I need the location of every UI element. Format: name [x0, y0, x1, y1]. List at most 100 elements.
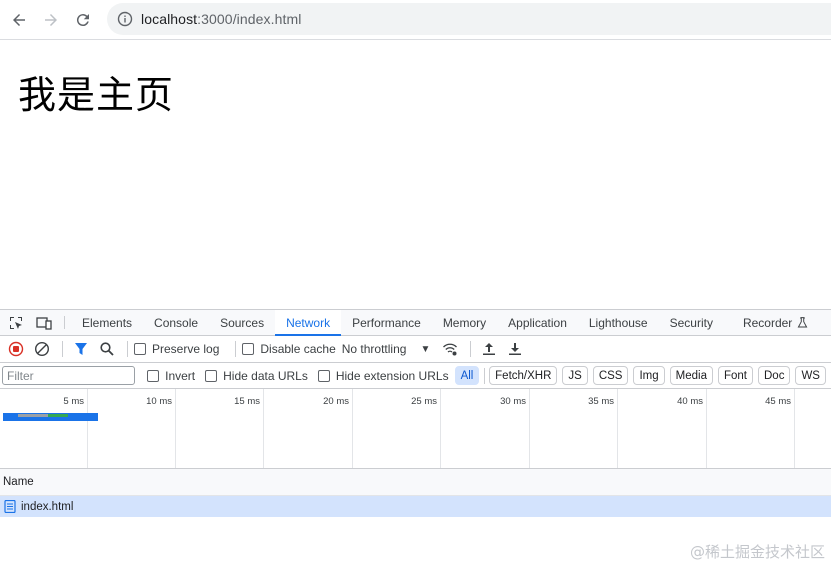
- type-filter-fetch-xhr[interactable]: Fetch/XHR: [489, 366, 558, 385]
- reload-button[interactable]: [68, 5, 98, 35]
- type-filter-img[interactable]: Img: [633, 366, 665, 385]
- checkbox-box[interactable]: [147, 369, 160, 382]
- timeline-tick-label: 40 ms: [677, 396, 703, 407]
- device-toolbar-button[interactable]: [30, 310, 58, 335]
- toolbar-divider: [470, 341, 472, 357]
- checkbox-box[interactable]: [205, 369, 218, 382]
- toolbar-divider: [235, 341, 237, 357]
- reload-icon: [76, 13, 89, 26]
- download-icon: [509, 343, 522, 355]
- hide-data-urls-checkbox[interactable]: Hide data URLs: [205, 369, 308, 383]
- network-toolbar: Preserve log Disable cache No throttling…: [0, 336, 831, 363]
- table-row[interactable]: index.html: [0, 496, 831, 517]
- network-filterbar: Filter Invert Hide data URLs Hide extens…: [0, 363, 831, 389]
- tab-application[interactable]: Application: [497, 310, 578, 335]
- tab-memory[interactable]: Memory: [432, 310, 497, 335]
- invert-checkbox[interactable]: Invert: [147, 369, 195, 383]
- page-heading: 我是主页: [18, 73, 175, 117]
- inspect-element-button[interactable]: [2, 310, 30, 335]
- info-circle-icon[interactable]: [117, 11, 133, 27]
- browser-toolbar: localhost:3000/index.html: [0, 0, 831, 40]
- filter-toggle-button[interactable]: [69, 337, 93, 361]
- back-button[interactable]: [4, 5, 34, 35]
- timeline-tick: [794, 389, 795, 468]
- preserve-log-label: Preserve log: [152, 342, 220, 356]
- timeline-tick-label: 35 ms: [588, 396, 614, 407]
- tab-sources[interactable]: Sources: [209, 310, 275, 335]
- upload-icon: [483, 343, 496, 355]
- filter-input[interactable]: Filter: [2, 366, 136, 385]
- flask-icon: [797, 317, 808, 328]
- url-host: localhost: [141, 11, 198, 27]
- timeline-tick-label: 20 ms: [323, 396, 349, 407]
- tab-network[interactable]: Network: [275, 310, 342, 336]
- timeline-tick: [175, 389, 176, 468]
- timeline-tick-label: 5 ms: [63, 396, 84, 407]
- device-toggle-icon: [36, 316, 52, 330]
- timeline-tick: [706, 389, 707, 468]
- type-filter-divider: [484, 367, 486, 384]
- record-stop-icon: [8, 341, 24, 357]
- invert-label: Invert: [165, 368, 196, 383]
- inspect-element-icon: [10, 316, 22, 329]
- arrow-right-icon: [45, 13, 57, 26]
- timeline-tick-label: 30 ms: [500, 396, 526, 407]
- tab-recorder[interactable]: Recorder: [732, 310, 820, 335]
- toolbar-divider: [62, 341, 63, 357]
- search-button[interactable]: [95, 337, 119, 361]
- type-filter-css[interactable]: CSS: [592, 366, 629, 385]
- throttling-select[interactable]: No throttling ▼: [342, 342, 431, 356]
- disable-cache-checkbox[interactable]: Disable cache: [242, 342, 336, 356]
- type-filter-font[interactable]: Font: [717, 366, 753, 385]
- throttling-value: No throttling: [341, 342, 407, 356]
- tab-recorder-label: Recorder: [742, 315, 793, 330]
- timeline-tick: [263, 389, 264, 468]
- type-filter-ws[interactable]: WS: [795, 366, 826, 385]
- stop-recording-button[interactable]: [4, 337, 28, 361]
- wifi-settings-icon: [443, 343, 458, 356]
- devtools-tabbar: Elements Console Sources Network Perform…: [0, 310, 831, 336]
- preserve-log-checkbox[interactable]: Preserve log: [134, 342, 219, 356]
- type-filter-js[interactable]: JS: [562, 366, 588, 385]
- hide-data-urls-label: Hide data URLs: [223, 368, 308, 383]
- hide-extension-urls-checkbox[interactable]: Hide extension URLs: [317, 368, 449, 383]
- import-har-button[interactable]: [477, 337, 501, 361]
- search-icon: [100, 342, 114, 356]
- address-bar[interactable]: localhost:3000/index.html: [107, 3, 831, 35]
- tab-security[interactable]: Security: [659, 310, 724, 335]
- arrow-left-icon: [13, 13, 25, 26]
- timeline-tick: [87, 389, 88, 468]
- type-filter-all[interactable]: All: [454, 366, 480, 385]
- type-filter-media[interactable]: Media: [669, 366, 713, 385]
- name-column-header[interactable]: Name: [0, 469, 831, 496]
- type-filter-doc[interactable]: Doc: [758, 366, 791, 385]
- watermark: @稀土掘金技术社区: [689, 543, 825, 561]
- network-overview-timeline[interactable]: 5 ms 10 ms 15 ms 20 ms 25 ms 30 ms 35 ms…: [0, 389, 831, 469]
- url-text: localhost:3000/index.html: [141, 11, 302, 27]
- export-har-button[interactable]: [503, 337, 527, 361]
- forward-button[interactable]: [36, 5, 66, 35]
- tab-performance[interactable]: Performance: [341, 310, 432, 335]
- filter-placeholder: Filter: [7, 368, 34, 383]
- request-waiting-bar: [18, 414, 48, 417]
- document-icon: [4, 500, 16, 513]
- checkbox-box[interactable]: [317, 369, 330, 382]
- devtools-panel: Elements Console Sources Network Perform…: [0, 309, 831, 568]
- checkbox-box[interactable]: [134, 343, 146, 355]
- timeline-tick-label: 25 ms: [411, 396, 437, 407]
- toolbar-divider: [127, 341, 128, 357]
- checkbox-box[interactable]: [242, 343, 255, 355]
- clear-button[interactable]: [30, 337, 54, 361]
- tab-elements[interactable]: Elements: [71, 310, 143, 335]
- hide-extension-urls-label: Hide extension URLs: [335, 368, 449, 383]
- url-path: :3000/index.html: [197, 11, 302, 27]
- tab-console[interactable]: Console: [143, 310, 209, 335]
- timeline-tick-label: 15 ms: [234, 396, 260, 407]
- tab-lighthouse[interactable]: Lighthouse: [578, 310, 659, 335]
- network-conditions-button[interactable]: [438, 337, 462, 361]
- filter-funnel-icon: [75, 343, 87, 355]
- disable-cache-label: Disable cache: [260, 342, 336, 356]
- tabbar-divider: [64, 316, 65, 329]
- request-download-bar: [48, 414, 68, 417]
- request-name: index.html: [21, 500, 74, 513]
